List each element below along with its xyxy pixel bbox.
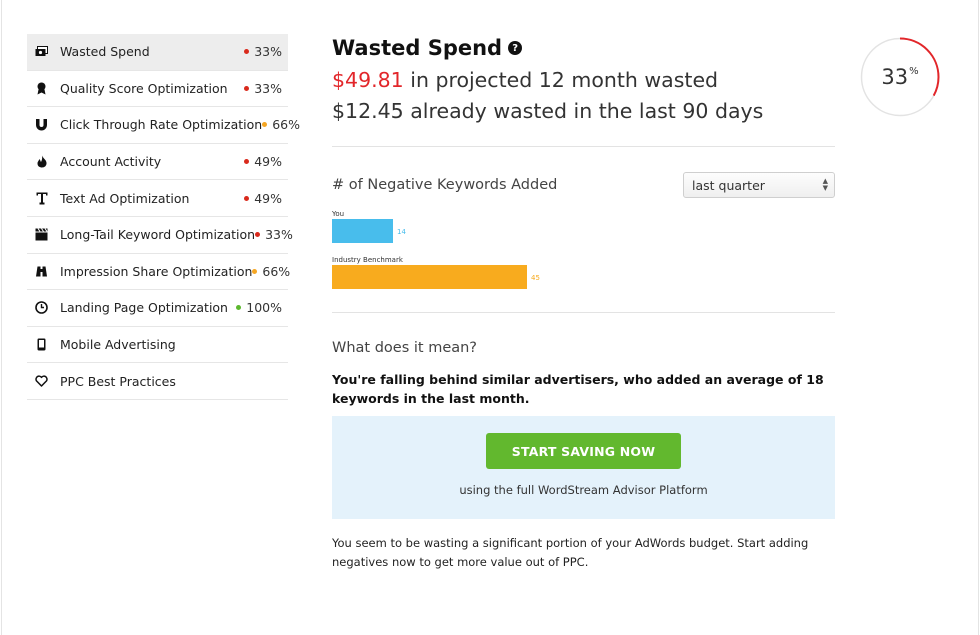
- cta-subtext: using the full WordStream Advisor Platfo…: [459, 483, 708, 497]
- sidebar-item-score: 49%: [244, 191, 282, 206]
- score-value: 33%: [254, 80, 282, 96]
- divider: [332, 312, 835, 313]
- sidebar-item-label: Impression Share Optimization: [60, 263, 253, 279]
- gauge-unit: %: [909, 65, 919, 77]
- clock-icon: [35, 301, 48, 315]
- sidebar-item-label: Mobile Advertising: [60, 337, 176, 353]
- sidebar-item-score: 66%: [252, 264, 290, 279]
- mobile-phone-icon: [35, 338, 48, 351]
- keywords-title: # of Negative Keywords Added: [332, 177, 558, 193]
- period-select[interactable]: last quarter ▲ ▼: [683, 172, 835, 198]
- sidebar-item-label: PPC Best Practices: [60, 373, 176, 389]
- status-dot: [244, 159, 250, 165]
- cta-box: START SAVING NOW using the full WordStre…: [332, 416, 835, 519]
- sidebar-item-label: Wasted Spend: [60, 44, 150, 60]
- sidebar-item-score: 33%: [255, 227, 293, 242]
- divider: [332, 146, 835, 147]
- page-title-text: Wasted Spend: [332, 36, 503, 60]
- score-value: 49%: [254, 190, 282, 206]
- projected-waste: $49.81 in projected 12 month wasted: [332, 65, 835, 96]
- already-wasted: $12.45 already wasted in the last 90 day…: [332, 99, 764, 123]
- score-value: 49%: [254, 154, 282, 170]
- score-value: 33%: [265, 227, 293, 243]
- heart-icon: [35, 375, 48, 388]
- status-dot: [262, 122, 268, 128]
- award-ribbon-icon: [35, 82, 48, 95]
- help-icon[interactable]: ?: [508, 41, 523, 55]
- sidebar-item-ppc-best-practices[interactable]: PPC Best Practices: [27, 363, 288, 400]
- score-value: 66%: [262, 263, 291, 279]
- status-dot: [244, 85, 250, 91]
- bar-label: Industry Benchmark: [332, 256, 403, 264]
- page-title: Wasted Spend ?: [332, 36, 835, 60]
- negative-keywords-chart: You 14 Industry Benchmark 45: [332, 210, 835, 310]
- score-value: 66%: [272, 117, 300, 133]
- main-panel: Wasted Spend ? $49.81 in projected 12 mo…: [332, 34, 835, 572]
- sidebar-item-label: Text Ad Optimization: [60, 190, 190, 206]
- sidebar-item-score: 49%: [244, 154, 282, 169]
- projected-amount: $49.81: [332, 68, 404, 92]
- binoculars-icon: [35, 265, 48, 278]
- sidebar-item-wasted-spend[interactable]: Wasted Spend 33%: [27, 34, 288, 71]
- sidebar-item-label: Long-Tail Keyword Optimization: [60, 227, 256, 243]
- sidebar-item-score: 66%: [262, 117, 300, 132]
- select-arrows-icon: ▲ ▼: [822, 177, 828, 192]
- status-dot: [252, 268, 258, 274]
- magnet-icon: [35, 118, 48, 131]
- score-value: 33%: [254, 44, 282, 60]
- keywords-header: # of Negative Keywords Added last quarte…: [332, 172, 835, 198]
- status-dot: [244, 49, 250, 55]
- status-dot: [255, 232, 261, 238]
- status-dot: [236, 305, 242, 311]
- money-icon: [35, 45, 48, 58]
- projected-text: in projected 12 month wasted: [403, 68, 719, 92]
- sidebar-item-score: 33%: [244, 44, 282, 59]
- bar: [332, 265, 527, 289]
- sidebar-nav: Wasted Spend 33% Quality Score Optimizatio…: [27, 34, 300, 400]
- sidebar-item-quality-score-optimization[interactable]: Quality Score Optimization 33%: [27, 71, 288, 108]
- start-saving-button[interactable]: START SAVING NOW: [486, 433, 681, 469]
- sidebar-item-long-tail-keyword-optimization[interactable]: Long-Tail Keyword Optimization 33%: [27, 217, 293, 254]
- period-select-value: last quarter: [692, 177, 765, 193]
- sidebar-item-impression-share-optimization[interactable]: Impression Share Optimization 66%: [27, 254, 290, 291]
- sidebar-item-score: 100%: [236, 300, 282, 315]
- gauge-number: 33: [881, 65, 909, 89]
- footer-text: You seem to be wasting a significant por…: [332, 536, 809, 569]
- sidebar-item-text-ad-optimization[interactable]: Text Ad Optimization 49%: [27, 180, 288, 217]
- sidebar-item-label: Click Through Rate Optimization: [60, 117, 263, 133]
- sidebar-item-label: Quality Score Optimization: [60, 80, 228, 96]
- bar-value-label: 14: [397, 228, 406, 236]
- bar-value-label: 45: [531, 274, 540, 282]
- bar: [332, 219, 393, 243]
- text-icon: [35, 192, 48, 205]
- section-question: What does it mean?: [332, 340, 478, 356]
- flame-icon: [35, 155, 48, 168]
- status-dot: [244, 195, 250, 201]
- score-gauge: 33%: [860, 37, 940, 117]
- sidebar-item-account-activity[interactable]: Account Activity 49%: [27, 144, 288, 181]
- clapperboard-icon: [35, 228, 48, 241]
- bar-label: You: [332, 210, 345, 218]
- gauge-value: 33%: [860, 37, 940, 117]
- score-value: 100%: [246, 300, 282, 316]
- sidebar-item-mobile-advertising[interactable]: Mobile Advertising: [27, 327, 288, 364]
- sidebar-item-label: Account Activity: [60, 154, 162, 170]
- sidebar-item-score: 33%: [244, 81, 282, 96]
- sidebar-item-landing-page-optimization[interactable]: Landing Page Optimization 100%: [27, 290, 288, 327]
- explanation-text: You're falling behind similar advertiser…: [332, 372, 824, 406]
- sidebar-item-label: Landing Page Optimization: [60, 300, 228, 316]
- sidebar-item-click-through-rate-optimization[interactable]: Click Through Rate Optimization 66%: [27, 107, 300, 144]
